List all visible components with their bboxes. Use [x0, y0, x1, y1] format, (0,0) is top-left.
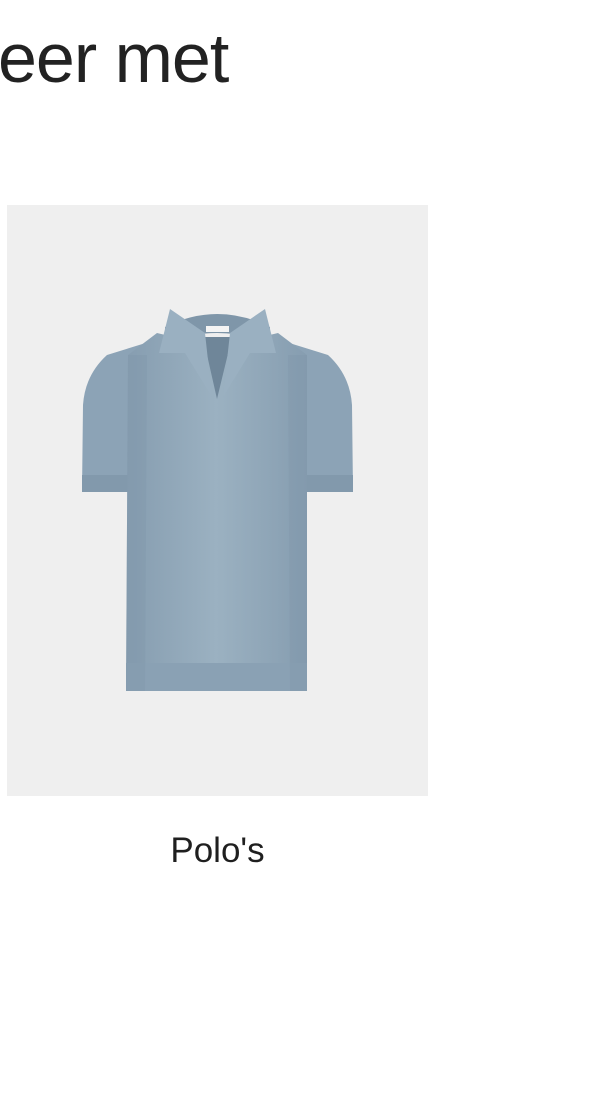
category-card-label[interactable]: Polo's [7, 830, 428, 872]
category-card-polos[interactable]: Polo's [7, 205, 428, 872]
page: eer met Polo's [0, 0, 600, 1113]
polo-shirt-icon [82, 309, 353, 691]
section-heading: eer met [0, 19, 229, 97]
category-card-image[interactable] [7, 205, 428, 796]
